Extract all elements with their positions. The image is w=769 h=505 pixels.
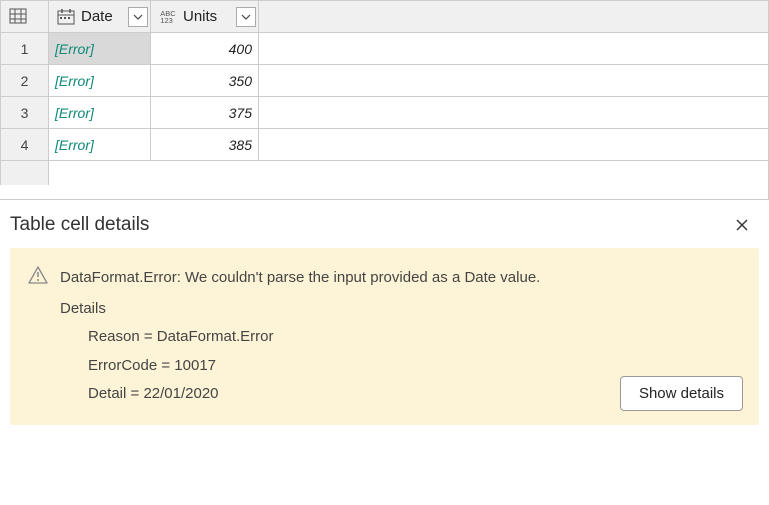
blank-cell [259, 65, 769, 97]
blank-cell [259, 129, 769, 161]
cell-date[interactable]: [Error] [49, 129, 151, 161]
data-table: Date ABC123 Units 1 [0, 0, 768, 185]
row-number[interactable]: 3 [1, 97, 49, 129]
error-reason: Reason = DataFormat.Error [88, 323, 540, 352]
cell-date[interactable]: [Error] [49, 33, 151, 65]
column-label: Date [81, 8, 113, 25]
select-all-corner[interactable] [1, 1, 49, 33]
blank-header [259, 1, 769, 33]
table-row[interactable]: 1 [Error] 400 [1, 33, 769, 65]
abc123-icon: ABC123 [157, 7, 179, 27]
details-title: Table cell details [10, 214, 149, 236]
calendar-icon [55, 7, 77, 27]
column-filter-dropdown[interactable] [128, 7, 148, 27]
details-panel: Table cell details DataFormat.Error: We … [0, 200, 769, 435]
column-filter-dropdown[interactable] [236, 7, 256, 27]
row-number[interactable]: 2 [1, 65, 49, 97]
blank-cell [259, 33, 769, 65]
column-header-units[interactable]: ABC123 Units [151, 1, 259, 33]
error-detail: Detail = 22/01/2020 [88, 380, 540, 409]
warning-icon [28, 266, 48, 287]
filler-row [1, 161, 769, 185]
blank-cell [259, 97, 769, 129]
cell-units[interactable]: 385 [151, 129, 259, 161]
error-message: DataFormat.Error: We couldn't parse the … [60, 264, 540, 293]
data-grid: Date ABC123 Units 1 [0, 0, 769, 200]
cell-units[interactable]: 400 [151, 33, 259, 65]
cell-units[interactable]: 350 [151, 65, 259, 97]
table-row[interactable]: 3 [Error] 375 [1, 97, 769, 129]
column-label: Units [183, 8, 217, 25]
cell-date[interactable]: [Error] [49, 65, 151, 97]
error-details-label: Details [60, 295, 540, 324]
row-number[interactable]: 4 [1, 129, 49, 161]
close-button[interactable] [729, 212, 755, 238]
error-box: DataFormat.Error: We couldn't parse the … [10, 248, 759, 425]
error-code: ErrorCode = 10017 [88, 352, 540, 381]
cell-units[interactable]: 375 [151, 97, 259, 129]
close-icon [735, 218, 749, 232]
table-icon [7, 6, 29, 26]
table-row[interactable]: 4 [Error] 385 [1, 129, 769, 161]
show-details-button[interactable]: Show details [620, 376, 743, 411]
column-header-date[interactable]: Date [49, 1, 151, 33]
table-row[interactable]: 2 [Error] 350 [1, 65, 769, 97]
row-number[interactable]: 1 [1, 33, 49, 65]
cell-date[interactable]: [Error] [49, 97, 151, 129]
